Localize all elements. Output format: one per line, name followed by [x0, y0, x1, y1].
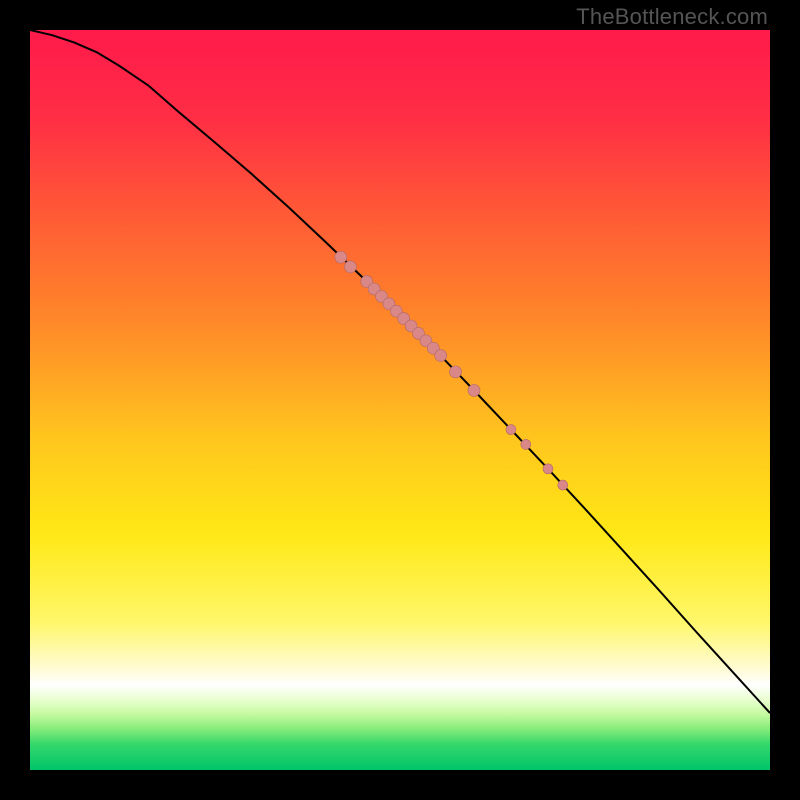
chart-background: [30, 30, 770, 770]
marker-point: [468, 384, 480, 396]
marker-point: [344, 261, 356, 273]
marker-point: [521, 439, 531, 449]
marker-point: [506, 425, 516, 435]
marker-point: [558, 480, 568, 490]
chart-svg: [30, 30, 770, 770]
marker-point: [543, 464, 553, 474]
marker-point: [335, 251, 347, 263]
watermark-text: TheBottleneck.com: [576, 4, 768, 30]
marker-point: [450, 366, 462, 378]
marker-point: [435, 350, 447, 362]
chart-frame: [30, 30, 770, 770]
